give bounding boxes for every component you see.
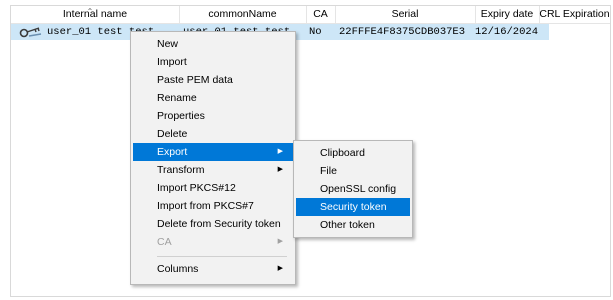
chevron-right-icon: ▶ xyxy=(277,265,283,272)
column-internal-name-label: Internal name xyxy=(62,8,128,20)
menu-item-label: Paste PEM data xyxy=(157,74,233,86)
submenu-item-label: Security token xyxy=(320,201,387,213)
column-crl-expiration[interactable]: CRL Expiration xyxy=(539,6,610,23)
submenu-item-label: OpenSSL config xyxy=(320,183,397,195)
chevron-right-icon: ▶ xyxy=(277,148,283,155)
menu-item-new[interactable]: New xyxy=(133,35,317,53)
export-submenu: Clipboard File OpenSSL config Security t… xyxy=(293,140,413,238)
context-menu: New Import Paste PEM data Rename Propert… xyxy=(130,31,296,285)
menu-separator xyxy=(157,256,287,257)
column-internal-name[interactable]: ⌃ Internal name xyxy=(11,6,180,23)
column-expiry-label: Expiry date xyxy=(480,8,534,20)
submenu-item-label: Other token xyxy=(320,219,375,231)
column-serial-label: Serial xyxy=(391,8,419,20)
menu-item-delete[interactable]: Delete xyxy=(133,125,317,143)
menu-item-label: New xyxy=(157,38,179,50)
column-commonname-label: commonName xyxy=(208,8,277,20)
menu-item-label: Import from PKCS#7 xyxy=(157,200,254,212)
submenu-item-security-token[interactable]: Security token xyxy=(296,198,410,216)
menu-item-label: CA xyxy=(157,236,172,248)
menu-item-label: Rename xyxy=(157,92,197,104)
menu-item-label: Import xyxy=(157,56,187,68)
column-ca-label: CA xyxy=(313,8,328,20)
column-serial[interactable]: Serial xyxy=(335,6,476,23)
menu-item-columns[interactable]: Columns ▶ xyxy=(133,260,293,278)
menu-item-label: Delete xyxy=(157,128,188,140)
cell-serial: 22FFFE4F8375CDB037E3 xyxy=(339,26,466,38)
column-header: ⌃ Internal name commonName CA Serial Exp… xyxy=(11,6,610,24)
key-certificate-icon xyxy=(19,27,42,38)
submenu-item-file[interactable]: File xyxy=(296,162,410,180)
submenu-item-clipboard[interactable]: Clipboard xyxy=(296,144,410,162)
menu-item-label: Export xyxy=(157,146,188,158)
menu-item-import-pkcs12[interactable]: Import PKCS#12 xyxy=(133,179,293,197)
column-commonname[interactable]: commonName xyxy=(179,6,307,23)
menu-item-label: Properties xyxy=(157,110,205,122)
menu-item-rename[interactable]: Rename xyxy=(133,89,317,107)
cell-expiry: 12/16/2024 xyxy=(475,26,539,38)
menu-item-label: Columns xyxy=(157,263,199,275)
column-expiry[interactable]: Expiry date xyxy=(475,6,540,23)
menu-item-label: Import PKCS#12 xyxy=(157,182,236,194)
menu-item-transform[interactable]: Transform ▶ xyxy=(133,161,293,179)
menu-item-export[interactable]: Export ▶ xyxy=(133,143,293,161)
menu-item-import-pkcs7[interactable]: Import from PKCS#7 xyxy=(133,197,293,215)
menu-item-paste-pem[interactable]: Paste PEM data xyxy=(133,71,317,89)
menu-item-import[interactable]: Import xyxy=(133,53,317,71)
submenu-item-label: File xyxy=(320,165,337,177)
chevron-right-icon: ▶ xyxy=(277,166,283,173)
menu-item-properties[interactable]: Properties xyxy=(133,107,317,125)
menu-item-label: Transform xyxy=(157,164,205,176)
column-crl-expiration-label: CRL Expiration xyxy=(539,8,610,20)
menu-item-ca: CA ▶ xyxy=(133,233,293,251)
menu-item-label: Delete from Security token xyxy=(157,218,281,230)
column-ca[interactable]: CA xyxy=(306,6,336,23)
submenu-item-other-token[interactable]: Other token xyxy=(296,216,410,234)
sort-up-icon: ⌃ xyxy=(86,7,94,16)
submenu-item-openssl-config[interactable]: OpenSSL config xyxy=(296,180,410,198)
menu-item-delete-from-token[interactable]: Delete from Security token xyxy=(133,215,293,233)
chevron-right-icon: ▶ xyxy=(277,238,283,245)
submenu-item-label: Clipboard xyxy=(320,147,365,159)
